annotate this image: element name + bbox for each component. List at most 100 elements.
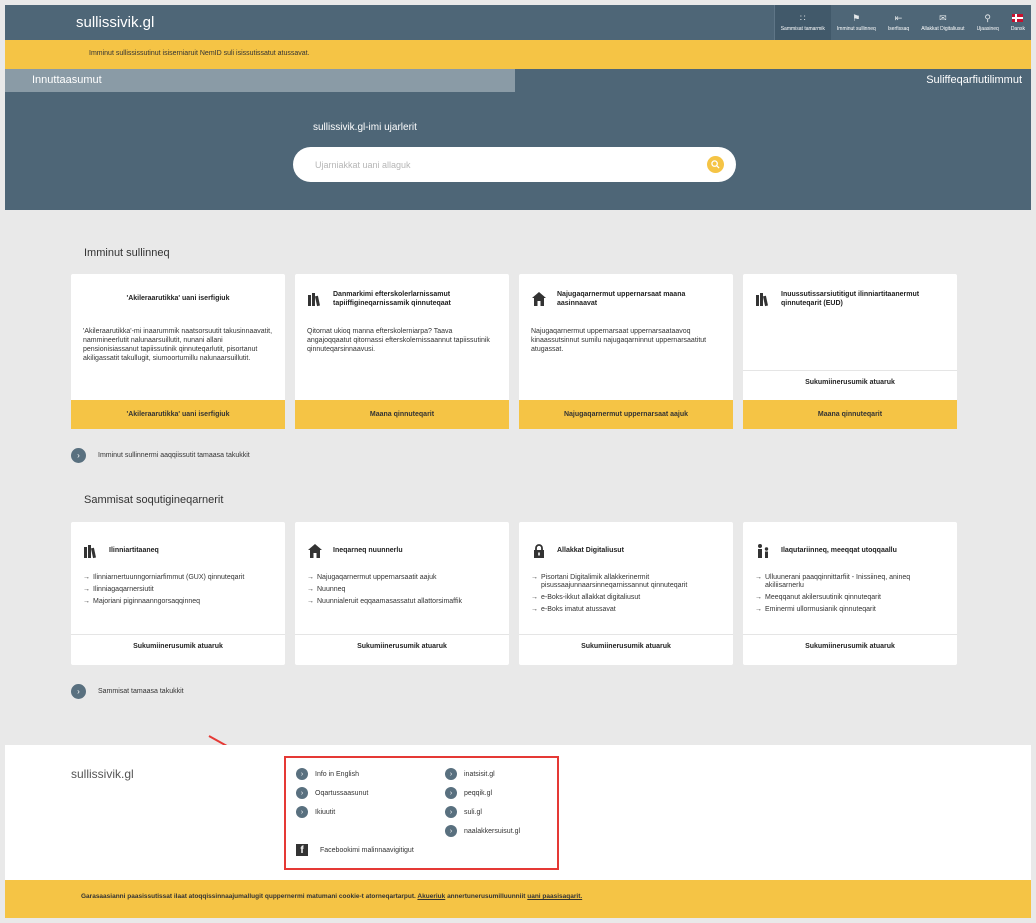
topic-links: Pisortani Digitalimik allakkerinermit pi… [531, 574, 723, 618]
nav-all-topics[interactable]: ∷ Sammisat tamarmik [773, 5, 831, 40]
nav-login[interactable]: ⇤ Iserfissaq [882, 5, 915, 40]
card-read-more-link[interactable]: Sukumiinerusumik atuaruk [743, 379, 957, 386]
topics-more-link[interactable]: › Sammisat tamaasa takukkit [71, 684, 184, 699]
footer-link[interactable]: › inatsisit.gl [445, 768, 495, 780]
card-divider [519, 634, 733, 635]
house-icon [532, 292, 546, 306]
footer-link[interactable]: › Oqartussaasunut [296, 787, 368, 799]
self-service-title: Imminut sullinneq [84, 247, 170, 259]
card-button[interactable]: Najugaqarnermut uppernarsaat aajuk [519, 400, 733, 429]
card-read-more-link[interactable]: Sukumiinerusumik atuaruk [295, 643, 509, 650]
notice-text: Imminut sullississutinut isiserniaruit N… [89, 50, 310, 57]
card-button[interactable]: 'Akileraarutikka' uani iserfigiuk [71, 400, 285, 429]
card-divider [71, 634, 285, 635]
footer-link[interactable]: › naalakkersuisut.gl [445, 825, 520, 837]
topic-link[interactable]: e-Boks-ikkut allakkat digitaliusut [531, 594, 723, 602]
chevron-right-icon: › [445, 825, 457, 837]
footer-link-label: Oqartussaasunut [315, 789, 369, 797]
topic-link[interactable]: Ulluunerani paaqqinnittarfiit - Inissiin… [755, 574, 947, 590]
nav-self-service[interactable]: ⚑ Imminut sullinneq [831, 5, 882, 40]
topic-link[interactable]: Meeqqanut akilersuutinik qinnuteqarit [755, 594, 947, 602]
search-hero: sullissivik.gl-imi ujarlerit [5, 92, 1031, 210]
topic-link[interactable]: e-Boks imatut atussavat [531, 606, 723, 614]
footer-logo[interactable]: sullissivik.gl [71, 767, 134, 781]
nav-label: Dansk [1010, 25, 1025, 32]
nav-label: Sammisat tamarmik [780, 26, 825, 32]
chevron-right-icon: › [445, 787, 457, 799]
facebook-link[interactable]: f Facebookimi malinnaavigitigut [296, 844, 414, 856]
card-head: Ineqarneq nuunnerlu [295, 522, 509, 559]
self-service-card: Inuussutissarsiutitigut ilinniartitaaner… [743, 274, 957, 429]
topic-link[interactable]: Najugaqarnermut uppernarsaatit aajuk [307, 574, 499, 582]
nav-digital-mail[interactable]: ✉ Allakkat Digitaliusut [915, 5, 970, 40]
card-button[interactable]: Maana qinnuteqarit [743, 400, 957, 429]
card-title: Ilaqutariinneq, meeqqat utoqqaallu [781, 547, 897, 554]
search-input[interactable] [315, 157, 695, 172]
topic-link[interactable]: Majoriani piginnaanngorsaqqinneq [83, 598, 275, 606]
chevron-right-icon: › [445, 806, 457, 818]
nav-label: Allakkat Digitaliusut [921, 26, 965, 32]
topic-link[interactable]: Pisortani Digitalimik allakkerinermit pi… [531, 574, 723, 590]
nemid-notice: Imminut sullississutinut isiserniaruit N… [5, 40, 1031, 69]
site-logo[interactable]: sullissivik.gl [76, 14, 154, 31]
tab-business[interactable]: Suliffeqarfiutilimmut [515, 69, 1031, 92]
topic-link[interactable]: Ilinniarnertuunngorniarfimmut (GUX) qinn… [83, 574, 275, 582]
card-read-more-link[interactable]: Sukumiinerusumik atuaruk [519, 643, 733, 650]
topic-card: Ilinniartitaaneq Ilinniarnertuunngorniar… [71, 522, 285, 665]
topic-link[interactable]: Ilinniagaqarnersiutit [83, 586, 275, 594]
top-bar: sullissivik.gl ∷ Sammisat tamarmik ⚑ Imm… [5, 5, 1031, 40]
footer-link-label: Facebookimi malinnaavigitigut [320, 846, 414, 854]
card-text: Qitornat ukioq manna efterskolerniarpa? … [307, 328, 490, 353]
self-service-more-link[interactable]: › Imminut sullinnermi aaqqiissutit tamaa… [71, 448, 250, 463]
card-button[interactable]: Maana qinnuteqarit [295, 400, 509, 429]
footer-link[interactable]: › peqqik.gl [445, 787, 492, 799]
topic-link[interactable]: Nuunneq [307, 586, 499, 594]
topic-link[interactable]: Nuunnialeruit eqqaamasassatut allattorsi… [307, 598, 499, 606]
cookie-accept-link[interactable]: Akueriuk [417, 893, 445, 900]
family-icon [758, 544, 769, 558]
more-link-label: Sammisat tamaasa takukkit [98, 688, 184, 695]
footer-link-label: naalakkersuisut.gl [464, 827, 521, 835]
grid-icon: ∷ [799, 13, 806, 23]
card-head: Najugaqarnermut uppernarsaat maana aasin… [519, 274, 733, 308]
card-text: Najugaqarnermut uppernarsaat uppernarsaa… [531, 328, 707, 353]
topic-card: Allakkat Digitaliusut Pisortani Digitali… [519, 522, 733, 665]
chevron-right-icon: › [296, 787, 308, 799]
search-button[interactable] [707, 156, 724, 173]
card-read-more-link[interactable]: Sukumiinerusumik atuaruk [743, 643, 957, 650]
topics-title: Sammisat soqutigineqarnerit [84, 494, 224, 506]
card-head: Danmarkimi efterskolerlarnissamut tapiif… [295, 274, 509, 308]
chevron-right-icon: › [71, 448, 86, 463]
danish-flag-icon [1012, 13, 1024, 22]
cookie-text: Garasaasianni paasissutissat ilaat atoqq… [81, 893, 582, 900]
card-title: 'Akileraarutikka' uani iserfigiuk [126, 295, 230, 302]
topic-link[interactable]: Eminermi ullormusianik qinnuteqarit [755, 606, 947, 614]
card-divider [743, 370, 957, 371]
footer-link[interactable]: › suli.gl [445, 806, 482, 818]
books-icon [308, 293, 320, 307]
nav-label: Imminut sullinneq [836, 26, 876, 32]
nav-search[interactable]: ⚲ Ujaasineq [971, 5, 1005, 40]
cookie-more-link[interactable]: uani paasisaqarit. [527, 893, 582, 900]
topic-links: Najugaqarnermut uppernarsaatit aajuk Nuu… [307, 574, 499, 610]
cookie-middle: annertunerusumilluunniit [447, 893, 526, 900]
hero-title: sullissivik.gl-imi ujarlerit [313, 122, 417, 133]
footer-link-label: Ikiuutit [315, 808, 336, 816]
nav-language-danish[interactable]: Dansk [1005, 5, 1031, 40]
card-text: 'Akileraarutikka'-mi inaarummik naatsors… [83, 328, 273, 362]
chevron-right-icon: › [445, 768, 457, 780]
card-title: Danmarkimi efterskolerlarnissamut tapiif… [333, 291, 451, 307]
self-service-card: Najugaqarnermut uppernarsaat maana aasin… [519, 274, 733, 429]
footer-link[interactable]: › Ikiuutit [296, 806, 335, 818]
topic-card: Ilaqutariinneq, meeqqat utoqqaallu Ulluu… [743, 522, 957, 665]
card-read-more-link[interactable]: Sukumiinerusumik atuaruk [71, 643, 285, 650]
tab-citizen[interactable]: Innuttaasumut [5, 69, 515, 100]
footer-link[interactable]: › Info in English [296, 768, 359, 780]
card-title: Allakkat Digitaliusut [557, 547, 624, 554]
facebook-icon: f [296, 844, 308, 856]
card-head: Ilinniartitaaneq [71, 522, 285, 559]
chevron-right-icon: › [296, 806, 308, 818]
cookie-message: Garasaasianni paasissutissat ilaat atoqq… [81, 893, 416, 900]
cookie-banner: Garasaasianni paasissutissat ilaat atoqq… [5, 880, 1031, 918]
footer-link-label: Info in English [315, 770, 359, 778]
